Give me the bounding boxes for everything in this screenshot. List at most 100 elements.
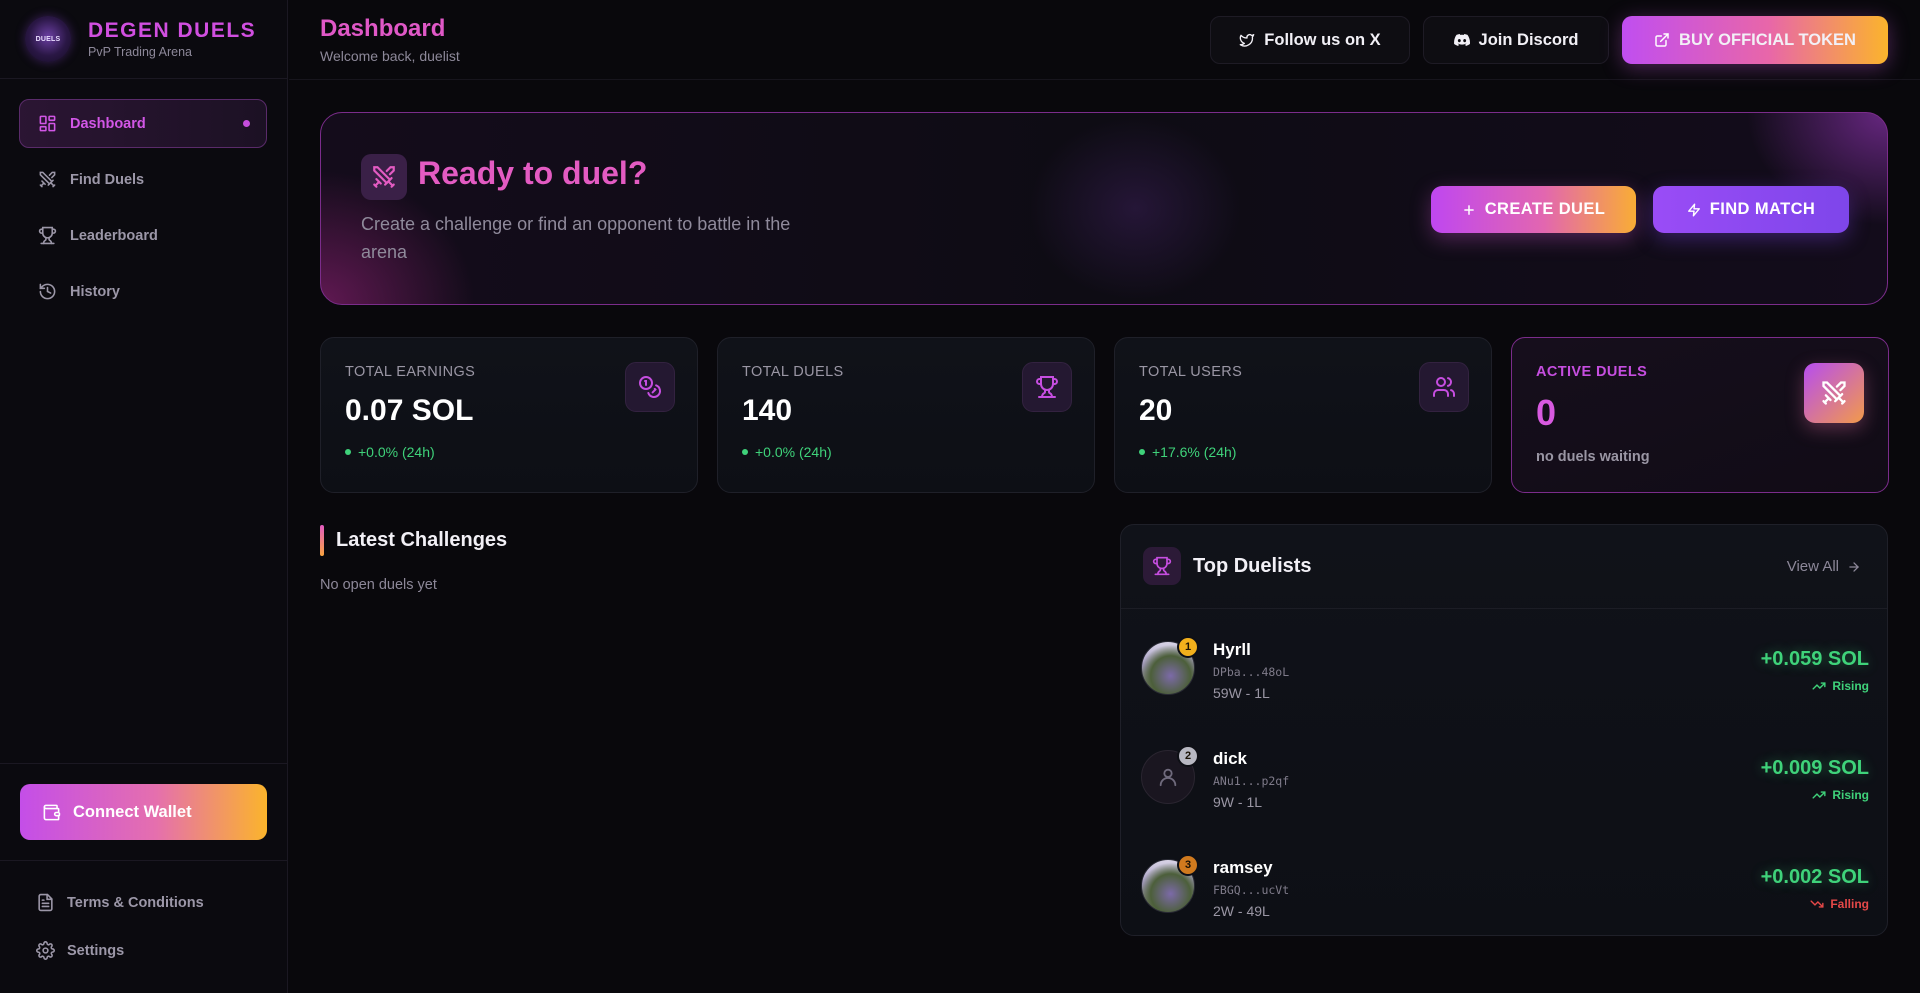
settings-label: Settings	[67, 942, 125, 959]
brand-logo: DUELS	[25, 16, 71, 62]
external-link-icon	[1655, 33, 1669, 47]
hero-subtitle: Create a challenge or find an opponent t…	[361, 214, 791, 262]
duelist-pnl: +0.002 SOL	[1760, 866, 1869, 888]
connect-wallet-button[interactable]: Connect Wallet	[20, 784, 267, 840]
section-accent-bar	[320, 525, 324, 556]
wallet-icon	[43, 804, 61, 820]
trend-indicator: Rising	[1812, 679, 1869, 693]
users-icon	[1419, 362, 1469, 412]
duelist-pnl: +0.059 SOL	[1760, 648, 1869, 670]
trending-down-icon	[1810, 900, 1824, 908]
duelist-name: ramsey	[1213, 858, 1273, 877]
stat-card-total-earnings: TOTAL EARNINGS 0.07 SOL +0.0% (24h)	[320, 337, 698, 493]
trophy-icon	[38, 226, 57, 245]
user-placeholder-icon	[1159, 768, 1177, 787]
terms-label: Terms & Conditions	[67, 894, 204, 911]
view-all-label: View All	[1786, 558, 1839, 575]
duelist-row[interactable]: 1 Hyrll DPba...48oL 59W - 1L +0.059 SOL …	[1121, 616, 1889, 716]
duelist-row[interactable]: 2 dick ANu1...p2qf 9W - 1L +0.009 SOL Ri…	[1121, 725, 1889, 825]
sidebar-item-label: History	[70, 283, 120, 300]
discord-icon	[1453, 34, 1470, 46]
page-subtitle: Welcome back, duelist	[320, 48, 460, 64]
buy-token-label: BUY OFFICIAL TOKEN	[1679, 30, 1856, 49]
document-icon	[38, 893, 53, 912]
duelist-name: dick	[1213, 749, 1248, 768]
stat-label: TOTAL USERS	[1139, 364, 1243, 380]
join-discord-label: Join Discord	[1478, 30, 1579, 49]
trend-indicator: Rising	[1812, 788, 1869, 802]
sidebar-nav: Dashboard Find Duels Leaderboard History	[0, 79, 287, 316]
twitter-bird-icon	[1239, 34, 1255, 47]
duelist-address: ANu1...p2qf	[1213, 774, 1290, 788]
terms-link[interactable]: Terms & Conditions	[36, 893, 204, 912]
active-indicator-dot	[243, 120, 250, 127]
connect-wallet-label: Connect Wallet	[73, 802, 192, 821]
gear-icon	[36, 941, 55, 960]
duelist-record: 9W - 1L	[1213, 794, 1263, 810]
sidebar-item-dashboard[interactable]: Dashboard	[19, 99, 267, 148]
stat-delta: +0.0% (24h)	[345, 444, 435, 460]
arrow-right-icon	[1849, 561, 1859, 572]
brand-text: DEGEN DUELS PvP Trading Arena	[88, 19, 256, 59]
buy-token-button[interactable]: BUY OFFICIAL TOKEN	[1622, 16, 1888, 64]
duelist-address: DPba...48oL	[1213, 665, 1290, 679]
stat-value: 20	[1139, 394, 1173, 427]
crossed-swords-icon	[1804, 363, 1864, 423]
trending-up-icon	[1812, 682, 1826, 690]
status-dot	[345, 449, 351, 455]
settings-link[interactable]: Settings	[36, 941, 124, 960]
crossed-swords-icon	[39, 171, 56, 188]
sidebar-divider	[0, 860, 288, 861]
top-header: Dashboard Welcome back, duelist Follow u…	[289, 0, 1920, 80]
sidebar-item-label: Leaderboard	[70, 227, 158, 244]
trophy-icon	[1022, 362, 1072, 412]
brand-title: DEGEN DUELS	[88, 19, 257, 42]
hero-title: Ready to duel?	[418, 155, 648, 191]
trend-indicator: Falling	[1810, 897, 1869, 911]
crossed-swords-icon	[361, 154, 407, 200]
stat-card-active-duels: ACTIVE DUELS 0 no duels waiting	[1511, 337, 1889, 493]
stat-value: 0.07 SOL	[345, 394, 474, 427]
stat-value: 140	[742, 394, 793, 427]
follow-x-button[interactable]: Follow us on X	[1210, 16, 1410, 64]
sidebar-item-find-duels[interactable]: Find Duels	[19, 155, 267, 204]
rank-badge: 1	[1177, 636, 1199, 658]
stat-label: TOTAL EARNINGS	[345, 364, 476, 380]
page-title: Dashboard	[320, 15, 446, 42]
stat-label: ACTIVE DUELS	[1536, 364, 1648, 380]
stat-delta: +0.0% (24h)	[742, 444, 832, 460]
hero-banner: Ready to duel? Create a challenge or fin…	[320, 112, 1888, 305]
stat-label: TOTAL DUELS	[742, 364, 844, 380]
follow-x-label: Follow us on X	[1264, 30, 1381, 49]
coins-icon	[625, 362, 675, 412]
status-dot	[742, 449, 748, 455]
join-discord-button[interactable]: Join Discord	[1423, 16, 1609, 64]
stat-delta-text: +17.6% (24h)	[1152, 444, 1237, 460]
history-icon	[39, 283, 56, 300]
create-duel-button[interactable]: CREATE DUEL	[1431, 186, 1636, 233]
sidebar-item-label: Dashboard	[70, 115, 146, 132]
status-dot	[1139, 449, 1145, 455]
sidebar-item-label: Find Duels	[70, 171, 145, 188]
duelist-address: FBGQ...ucVt	[1213, 883, 1290, 897]
top-duelists-panel: Top Duelists View All 1 Hyrll DPba...48o…	[1120, 524, 1888, 936]
view-all-link[interactable]: View All	[1787, 558, 1861, 575]
brand[interactable]: DUELS DEGEN DUELS PvP Trading Arena	[0, 0, 287, 79]
stat-card-total-duels: TOTAL DUELS 140 +0.0% (24h)	[717, 337, 1095, 493]
brand-subtitle: PvP Trading Arena	[88, 45, 193, 59]
top-duelists-title: Top Duelists	[1193, 555, 1312, 577]
sidebar-item-leaderboard[interactable]: Leaderboard	[19, 211, 267, 260]
stat-delta-text: +0.0% (24h)	[358, 444, 435, 460]
duelist-name: Hyrll	[1213, 640, 1251, 659]
duelist-record: 59W - 1L	[1213, 685, 1270, 701]
sidebar-item-history[interactable]: History	[19, 267, 267, 316]
duelist-row[interactable]: 3 ramsey FBGQ...ucVt 2W - 49L +0.002 SOL…	[1121, 834, 1889, 934]
find-match-button[interactable]: FIND MATCH	[1653, 186, 1849, 233]
sidebar: DUELS DEGEN DUELS PvP Trading Arena Dash…	[0, 0, 288, 993]
duelist-pnl: +0.009 SOL	[1760, 757, 1869, 779]
stat-value: 0	[1536, 392, 1557, 433]
trend-label: Rising	[1832, 679, 1869, 693]
stat-delta: +17.6% (24h)	[1139, 444, 1236, 460]
trophy-icon	[1143, 547, 1181, 585]
stat-delta-text: +0.0% (24h)	[755, 444, 832, 460]
